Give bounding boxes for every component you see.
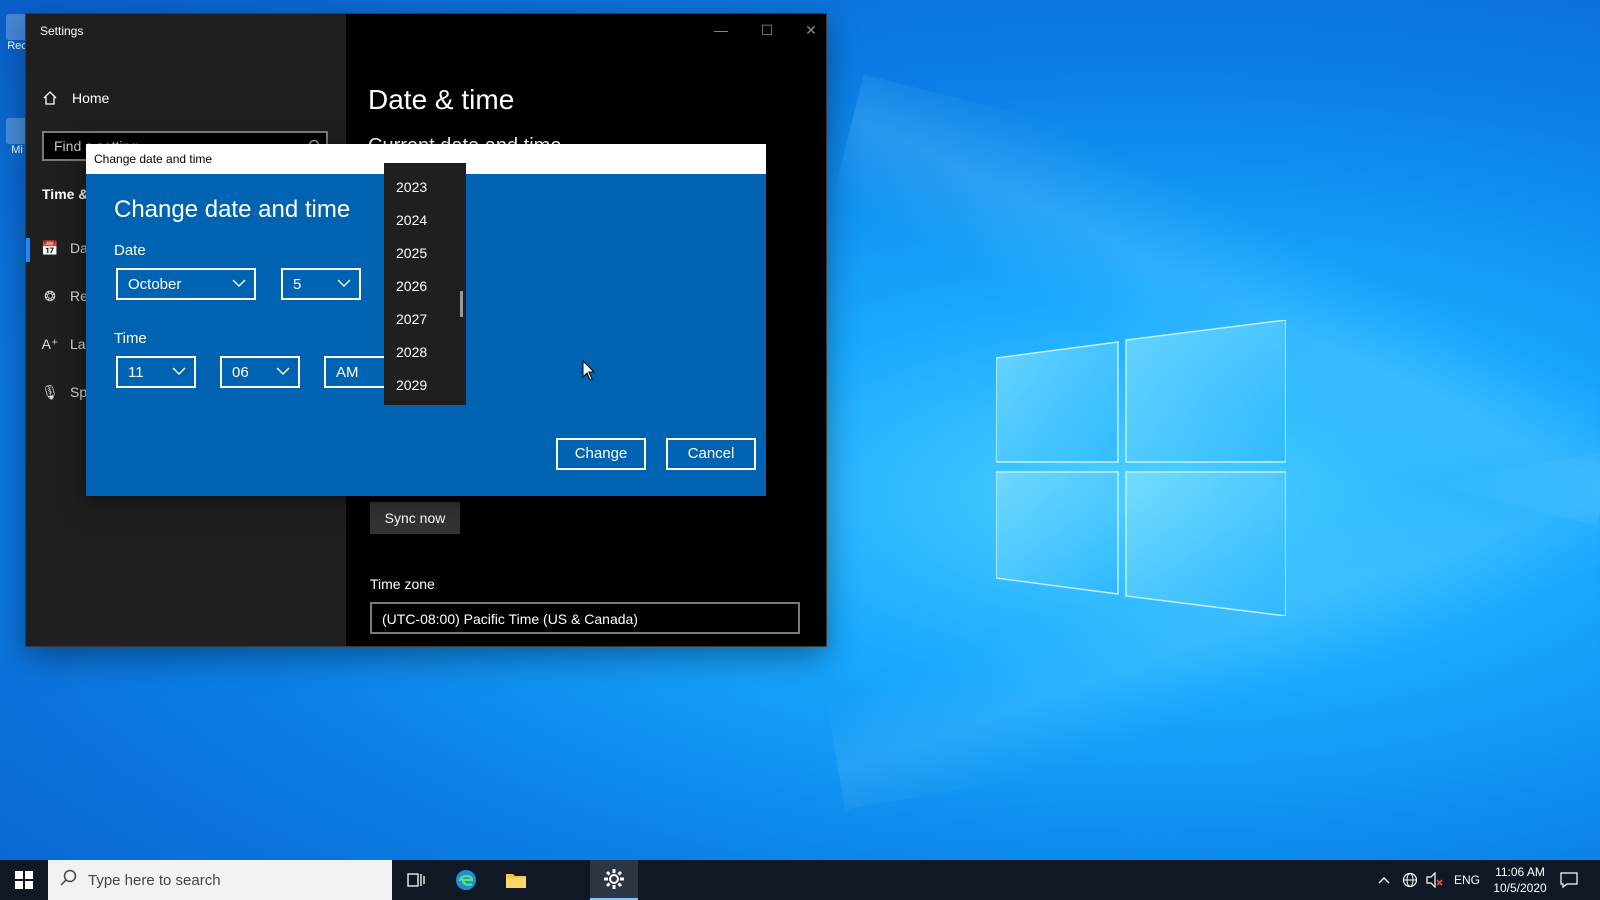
- dialog-heading: Change date and time: [114, 196, 351, 223]
- taskbar-search-box[interactable]: Type here to search: [48, 860, 392, 900]
- chevron-up-icon: [1378, 877, 1390, 884]
- sync-now-button[interactable]: Sync now: [370, 502, 460, 534]
- window-title: Settings: [40, 24, 84, 38]
- nav-item-label: Sp: [70, 384, 88, 400]
- taskbar-edge-button[interactable]: [442, 860, 490, 900]
- minimize-button[interactable]: —: [706, 20, 736, 40]
- chevron-down-icon: [337, 279, 351, 287]
- desktop-icon-label: Rec: [7, 40, 27, 52]
- edge-icon: [6, 118, 28, 144]
- year-list-scrollbar[interactable]: [460, 291, 463, 317]
- microphone-icon: 🎙: [41, 383, 59, 400]
- taskbar: Type here to search ENG 11:06 AM 10/5/20…: [0, 860, 1600, 900]
- show-hidden-icons-button[interactable]: [1378, 860, 1390, 900]
- timezone-label: Time zone: [370, 576, 435, 592]
- nav-selected-indicator: [26, 238, 30, 262]
- home-icon: [43, 91, 57, 105]
- year-option[interactable]: 2029: [396, 377, 427, 393]
- day-select[interactable]: 5: [281, 268, 361, 300]
- action-center-button[interactable]: [1560, 860, 1578, 900]
- file-explorer-button[interactable]: [492, 860, 540, 900]
- day-value: 5: [293, 276, 302, 293]
- speaker-muted-icon: [1426, 872, 1443, 888]
- nav-region[interactable]: ❂ Re: [42, 287, 88, 305]
- volume-button[interactable]: [1426, 860, 1444, 900]
- nav-item-label: La: [70, 336, 86, 352]
- chevron-down-icon: [276, 367, 290, 375]
- input-language-button[interactable]: ENG: [1454, 860, 1480, 900]
- ampm-value: AM: [336, 364, 359, 381]
- maximize-button[interactable]: ☐: [752, 20, 782, 40]
- folder-icon: [506, 874, 526, 888]
- task-view-icon: [407, 873, 425, 887]
- clock-time: 11:06 AM: [1495, 865, 1545, 879]
- start-button[interactable]: [0, 860, 48, 900]
- globe-icon: ❂: [44, 287, 56, 304]
- cancel-button[interactable]: Cancel: [666, 438, 756, 470]
- taskbar-settings-button[interactable]: [590, 860, 638, 900]
- timezone-select[interactable]: (UTC-08:00) Pacific Time (US & Canada): [370, 602, 800, 634]
- notification-icon: [1560, 872, 1578, 888]
- windows-logo-wallpaper: [995, 319, 1287, 617]
- language-indicator: ENG: [1454, 873, 1481, 887]
- minute-select[interactable]: 06: [220, 356, 300, 388]
- year-option[interactable]: 2023: [396, 179, 427, 195]
- windows-start-icon: [15, 871, 33, 889]
- month-value: October: [128, 276, 182, 293]
- mouse-pointer-icon: [582, 360, 596, 381]
- year-option[interactable]: 2026: [396, 278, 427, 294]
- nav-language[interactable]: A⁺ La: [41, 335, 86, 353]
- nav-home-label: Home: [72, 90, 110, 106]
- recycle-bin-icon: [6, 14, 28, 40]
- taskbar-search-placeholder: Type here to search: [88, 872, 221, 889]
- calendar-clock-icon: 📅: [41, 239, 59, 256]
- dialog-window-title: Change date and time: [94, 152, 213, 166]
- hour-select[interactable]: 11: [116, 356, 196, 388]
- chevron-down-icon: [232, 279, 246, 287]
- task-view-button[interactable]: [392, 860, 440, 900]
- year-option[interactable]: 2024: [396, 212, 427, 228]
- year-dropdown-list[interactable]: 2023 2024 2025 2026 2027 2028 2029: [384, 163, 466, 405]
- settings-titlebar: Settings — ☐ ✕: [26, 14, 826, 46]
- date-label: Date: [114, 242, 146, 259]
- timezone-value: (UTC-08:00) Pacific Time (US & Canada): [382, 611, 638, 627]
- language-icon: A⁺: [41, 335, 59, 352]
- desktop-icon-edge[interactable]: Mi: [6, 118, 28, 156]
- globe-network-icon: [1402, 872, 1418, 888]
- gear-icon: [604, 869, 624, 889]
- time-label: Time: [114, 330, 147, 347]
- minute-value: 06: [232, 364, 249, 381]
- clock-date: 10/5/2020: [1493, 881, 1547, 895]
- year-option[interactable]: 2027: [396, 311, 427, 327]
- nav-speech[interactable]: 🎙 Sp: [41, 383, 88, 401]
- taskbar-clock[interactable]: 11:06 AM 10/5/2020: [1490, 864, 1550, 896]
- year-option[interactable]: 2025: [396, 245, 427, 261]
- close-button[interactable]: ✕: [796, 20, 826, 40]
- chevron-down-icon: [172, 367, 186, 375]
- desktop-icon-recycle-bin[interactable]: Rec: [6, 14, 28, 52]
- desktop-icon-label: Mi: [11, 144, 23, 156]
- hour-value: 11: [128, 364, 144, 381]
- network-button[interactable]: [1402, 860, 1418, 900]
- change-button[interactable]: Change: [556, 438, 646, 470]
- page-title: Date & time: [368, 84, 515, 115]
- month-select[interactable]: October: [116, 268, 256, 300]
- nav-date-time[interactable]: 📅 Da: [41, 239, 88, 257]
- nav-home[interactable]: Home: [42, 90, 109, 106]
- edge-icon: [456, 870, 476, 890]
- section-heading: Time &: [42, 186, 89, 202]
- year-option[interactable]: 2028: [396, 344, 427, 360]
- search-icon: [60, 869, 77, 886]
